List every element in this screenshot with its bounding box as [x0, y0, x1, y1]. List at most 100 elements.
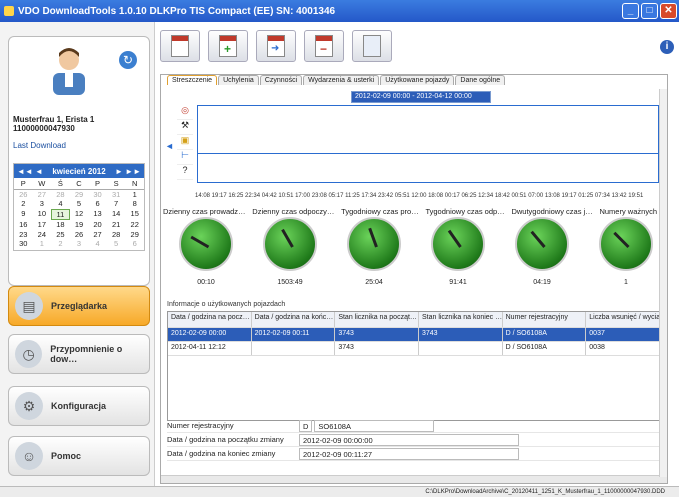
calendar-day[interactable]: 16	[14, 220, 33, 230]
calendar-day[interactable]: 29	[70, 190, 89, 200]
calendar-day[interactable]: 4	[88, 239, 107, 249]
nav-browser-button[interactable]: ▤ Przeglądarka	[8, 286, 150, 326]
calendar-day[interactable]: 22	[125, 220, 144, 230]
activity-timeline: ◎ ⚒ ▣ ⊢ ?	[175, 105, 663, 185]
last-download-link[interactable]: Last Download	[13, 141, 66, 150]
vehicles-section-title: Informacje o użytkowanych pojazdach	[167, 301, 286, 308]
export-file-button[interactable]: ➜	[256, 30, 296, 62]
column-header[interactable]: Stan licznika na koniec …	[419, 312, 503, 327]
calendar-day[interactable]: 8	[125, 199, 144, 209]
app-icon	[4, 6, 14, 16]
calendar-day[interactable]: 2	[51, 239, 70, 249]
calendar-month: kwiecień 2012	[52, 166, 106, 176]
shift-end-field[interactable]: 2012-02-09 00:11:27	[299, 447, 519, 460]
gauge-header: Tygodniowy czas pro…	[341, 207, 419, 216]
table-row[interactable]: 2012-04-11 12:12 3743 D / SO6108A 0038	[168, 342, 664, 356]
calendar-day[interactable]: 25	[51, 230, 70, 240]
calendar-day[interactable]: 6	[88, 199, 107, 209]
scroll-left-icon[interactable]: ◄	[165, 141, 174, 151]
date-range-select[interactable]: 2012-02-09 00:00 - 2012-04-12 00:00	[351, 91, 491, 103]
vertical-scrollbar[interactable]	[659, 89, 667, 477]
calendar-prev-button[interactable]: ◄◄ ◄	[17, 167, 43, 176]
calendar-dow: N	[125, 179, 144, 190]
calendar-day[interactable]: 28	[51, 190, 70, 200]
nav-config-button[interactable]: ⚙ Konfiguracja	[8, 386, 150, 426]
report-button[interactable]	[352, 30, 392, 62]
horizontal-scrollbar[interactable]	[161, 475, 667, 483]
tab-vehicles[interactable]: Użytkowane pojazdy	[380, 75, 455, 85]
calendar-day[interactable]: 27	[88, 230, 107, 240]
calendar: ◄◄ ◄ kwiecień 2012 ► ►► P W Ś C P S N 26…	[13, 163, 145, 251]
tab-general-data[interactable]: Dane ogólne	[455, 75, 506, 85]
calendar-day[interactable]: 23	[14, 230, 33, 240]
refresh-icon[interactable]: ↻	[119, 51, 137, 69]
driver-name: Musterfrau 1, Erista 1	[13, 115, 95, 124]
registration-country-field[interactable]: D	[299, 419, 313, 432]
column-header[interactable]: Data / godzina na końc…	[252, 312, 336, 327]
rest-icon: ⊢	[177, 150, 193, 165]
calendar-day[interactable]: 26	[14, 190, 33, 200]
calendar-day[interactable]: 27	[33, 190, 52, 200]
calendar-next-button[interactable]: ► ►►	[115, 167, 141, 176]
gauge-weekly-rest	[431, 217, 485, 271]
tab-deviations[interactable]: Uchylenia	[218, 75, 259, 85]
gauge-value: 25:04	[365, 279, 383, 286]
open-file-button[interactable]	[160, 30, 200, 62]
calendar-day[interactable]: 30	[88, 190, 107, 200]
calendar-day[interactable]: 19	[70, 220, 89, 230]
calendar-day[interactable]: 21	[107, 220, 126, 230]
calendar-day[interactable]: 3	[33, 199, 52, 209]
calendar-day[interactable]: 20	[88, 220, 107, 230]
column-header[interactable]: Stan licznika na począt…	[335, 312, 419, 327]
driver-profile: ↻ Musterfrau 1, Erista 1 11000000047930 …	[8, 36, 150, 286]
calendar-day[interactable]: 28	[107, 230, 126, 240]
driving-icon: ◎	[177, 105, 193, 120]
table-row[interactable]: 2012-02-09 00:00 2012-02-09 00:11 3743 3…	[168, 328, 664, 342]
calendar-day[interactable]: 15	[125, 209, 144, 221]
calendar-dow: P	[88, 179, 107, 190]
calendar-day[interactable]: 1	[33, 239, 52, 249]
shift-start-field[interactable]: 2012-02-09 00:00:00	[299, 433, 519, 446]
calendar-day[interactable]: 4	[51, 199, 70, 209]
calendar-day[interactable]: 6	[125, 239, 144, 249]
calendar-day-today[interactable]: 11	[51, 208, 70, 220]
calendar-day[interactable]: 29	[125, 230, 144, 240]
calendar-day[interactable]: 26	[70, 230, 89, 240]
calendar-day[interactable]: 3	[70, 239, 89, 249]
nav-help-button[interactable]: ☺ Pomoc	[8, 436, 150, 476]
calendar-day[interactable]: 24	[33, 230, 52, 240]
calendar-day[interactable]: 17	[33, 220, 52, 230]
calendar-day[interactable]: 31	[107, 190, 126, 200]
add-file-button[interactable]: +	[208, 30, 248, 62]
calendar-day[interactable]: 10	[33, 209, 52, 221]
column-header[interactable]: Data / godzina na pocz…	[168, 312, 252, 327]
gauge-daily-driving	[179, 217, 233, 271]
calendar-day[interactable]: 9	[14, 209, 33, 221]
info-icon[interactable]: i	[660, 40, 674, 54]
calendar-day[interactable]: 30	[14, 239, 33, 249]
minimize-button[interactable]: _	[622, 3, 639, 19]
calendar-day[interactable]: 5	[70, 199, 89, 209]
maximize-button[interactable]: □	[641, 3, 658, 19]
toolbar: + ➜ −	[160, 30, 392, 62]
calendar-day[interactable]: 14	[107, 209, 126, 221]
timeline-chart[interactable]	[197, 105, 659, 183]
column-header[interactable]: Liczba wsunięć / wyciąg…	[586, 312, 664, 327]
calendar-dow: P	[14, 179, 33, 190]
column-header[interactable]: Numer rejestracyjny	[503, 312, 587, 327]
calendar-day[interactable]: 1	[125, 190, 144, 200]
nav-reminder-button[interactable]: ◷ Przypomnienie o dow…	[8, 334, 150, 374]
calendar-day[interactable]: 5	[107, 239, 126, 249]
tab-events-faults[interactable]: Wydarzenia & usterki	[303, 75, 380, 85]
calendar-day[interactable]: 13	[88, 209, 107, 221]
registration-number-field[interactable]: SO6108A	[314, 419, 435, 432]
tab-summary[interactable]: Streszczenie	[167, 75, 218, 85]
calendar-day[interactable]: 7	[107, 199, 126, 209]
calendar-day[interactable]: 2	[14, 199, 33, 209]
calendar-day[interactable]: 12	[70, 209, 89, 221]
export-file-icon: ➜	[267, 35, 285, 57]
remove-file-button[interactable]: −	[304, 30, 344, 62]
close-button[interactable]: ✕	[660, 3, 677, 19]
calendar-day[interactable]: 18	[51, 220, 70, 230]
tab-activities[interactable]: Czynności	[259, 75, 303, 85]
